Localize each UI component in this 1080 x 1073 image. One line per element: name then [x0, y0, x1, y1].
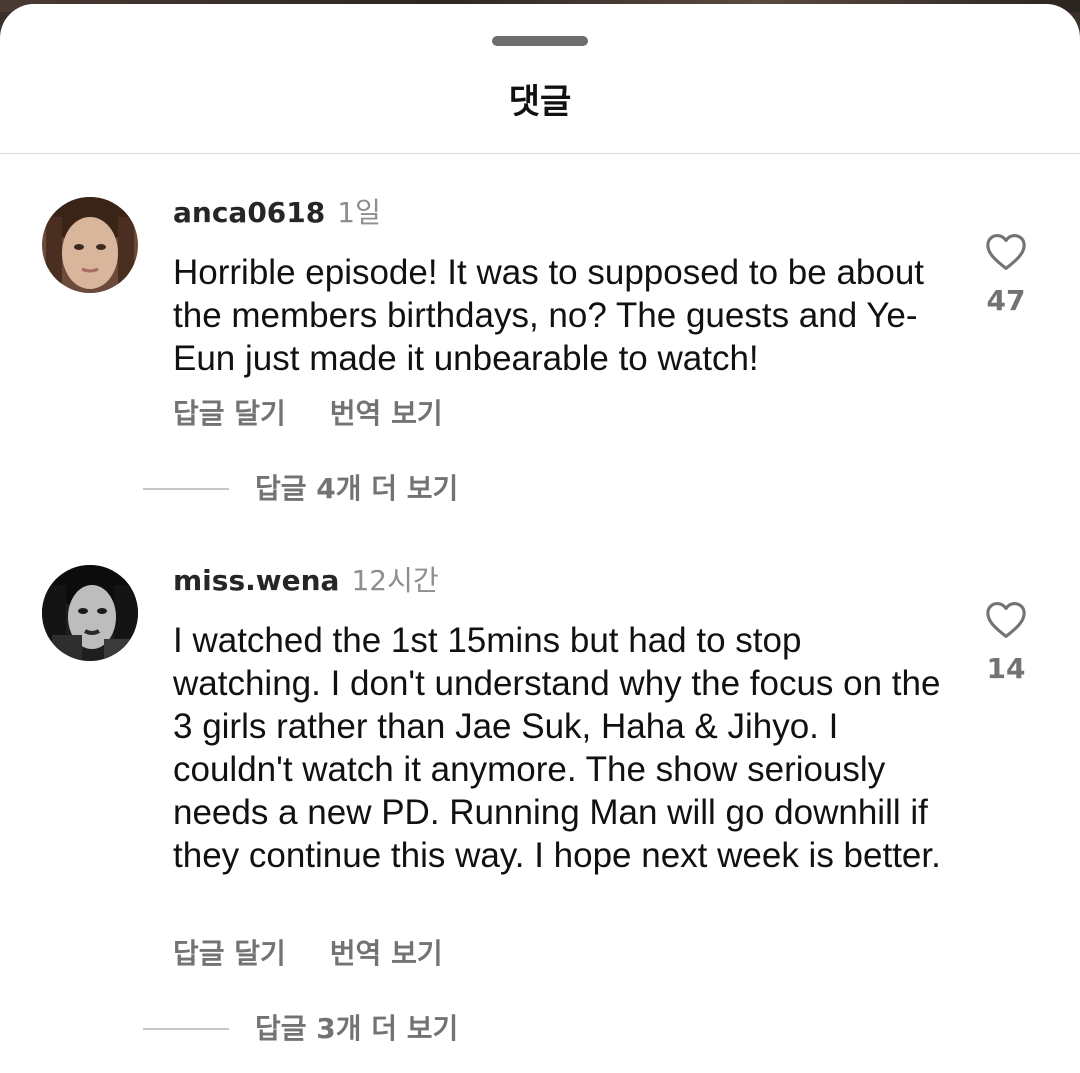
- heart-outline-icon[interactable]: [985, 601, 1027, 639]
- header-divider: [0, 153, 1080, 154]
- reply-button[interactable]: 답글 달기: [173, 397, 286, 430]
- thread-line: [143, 1028, 229, 1030]
- sheet-title: 댓글: [508, 82, 572, 122]
- avatar[interactable]: [42, 565, 138, 661]
- view-more-replies-label[interactable]: 답글 3개 더 보기: [255, 1009, 458, 1049]
- drag-handle[interactable]: [492, 36, 588, 46]
- like-control: 14: [970, 601, 1042, 687]
- like-count: 47: [986, 284, 1026, 317]
- username[interactable]: miss.wena: [173, 564, 339, 597]
- comments-sheet: 댓글 anca0618 1일 Horrible episode! It was t…: [0, 4, 1080, 1073]
- like-control: 47: [970, 233, 1042, 319]
- translate-button[interactable]: 번역 보기: [330, 937, 443, 970]
- comment-meta: anca0618 1일: [173, 193, 381, 233]
- comment-actions: 답글 달기 번역 보기: [173, 934, 443, 974]
- heart-outline-icon[interactable]: [985, 233, 1027, 271]
- comment-actions: 답글 달기 번역 보기: [173, 394, 443, 434]
- comment-text: Horrible episode! It was to supposed to …: [173, 253, 925, 378]
- translate-button[interactable]: 번역 보기: [330, 397, 443, 430]
- like-count: 14: [986, 652, 1026, 685]
- avatar[interactable]: [42, 197, 138, 293]
- thread-line: [143, 488, 229, 490]
- timestamp: 1일: [337, 196, 381, 229]
- reply-button[interactable]: 답글 달기: [173, 937, 286, 970]
- comment-meta: miss.wena 12시간: [173, 561, 439, 601]
- view-more-replies-label[interactable]: 답글 4개 더 보기: [255, 469, 458, 509]
- username[interactable]: anca0618: [173, 196, 325, 229]
- comment-text: I watched the 1st 15mins but had to stop…: [173, 621, 941, 875]
- timestamp: 12시간: [351, 564, 439, 597]
